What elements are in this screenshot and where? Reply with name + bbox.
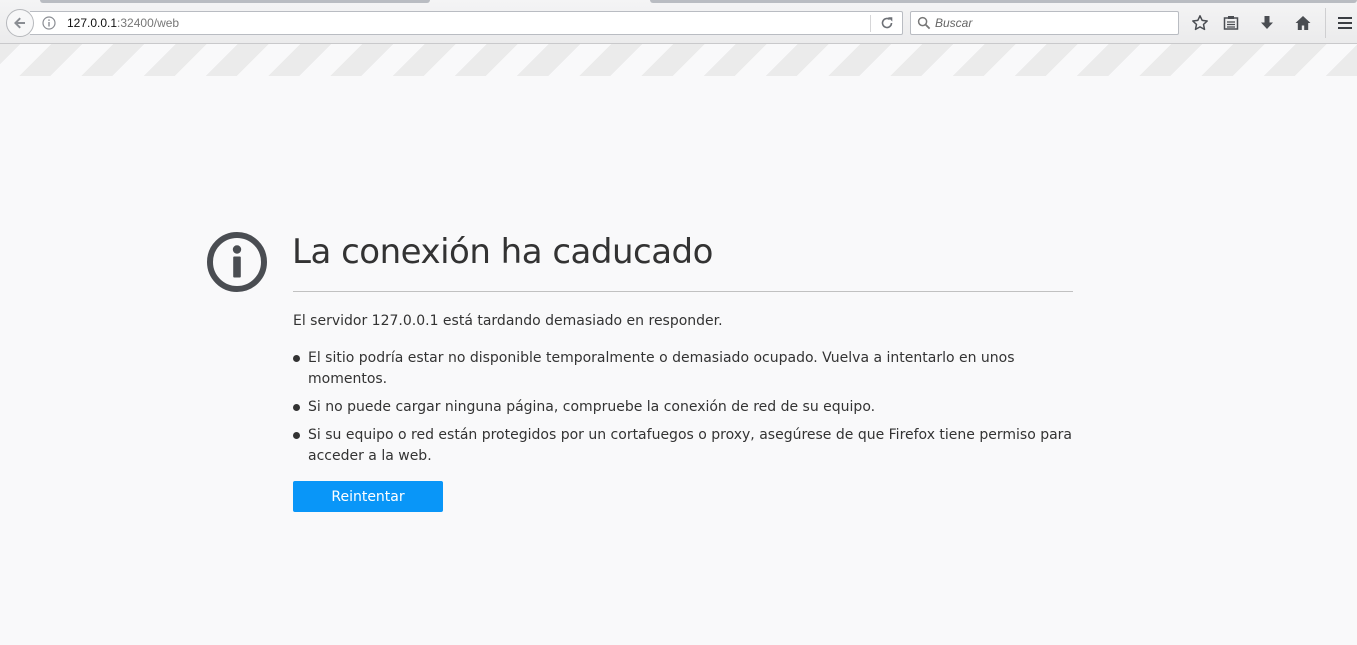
suggestion-item: El sitio podría estar no disponible temp… [293, 348, 1073, 390]
tab-edge-left[interactable] [40, 0, 430, 3]
bullet-icon [293, 355, 300, 362]
home-button[interactable] [1291, 11, 1315, 35]
suggestion-text: Si su equipo o red están protegidos por … [308, 427, 1073, 464]
error-title: La conexión ha caducado [292, 232, 713, 272]
reading-list-button[interactable] [1219, 11, 1243, 35]
url-text[interactable]: 127.0.0.1:32400/web [67, 16, 179, 30]
reading-list-icon [1223, 16, 1239, 30]
suggestion-item: Si su equipo o red están protegidos por … [293, 425, 1073, 467]
reload-button[interactable] [876, 14, 898, 32]
bookmark-star-icon [1192, 15, 1208, 31]
search-bar[interactable] [910, 11, 1179, 35]
tab-edge-right[interactable] [650, 0, 1357, 3]
title-divider [293, 291, 1073, 292]
menu-button[interactable] [1333, 11, 1357, 35]
site-info-icon[interactable] [42, 16, 56, 30]
warning-stripes [0, 44, 1357, 76]
home-icon [1295, 16, 1311, 30]
url-divider [870, 15, 871, 32]
url-path: :32400/web [117, 16, 180, 30]
bullet-icon [293, 432, 300, 439]
navigation-toolbar: 127.0.0.1:32400/web [0, 0, 1357, 44]
bullet-icon [293, 404, 300, 411]
back-arrow-icon [14, 17, 25, 29]
downloads-button[interactable] [1255, 11, 1279, 35]
bookmark-button[interactable] [1188, 11, 1212, 35]
back-button[interactable] [6, 9, 34, 37]
suggestion-text: El sitio podría estar no disponible temp… [308, 350, 1015, 387]
error-description: El servidor 127.0.0.1 está tardando dema… [293, 313, 723, 329]
info-icon [207, 232, 267, 292]
url-bar[interactable]: 127.0.0.1:32400/web [30, 11, 903, 35]
suggestion-list: El sitio podría estar no disponible temp… [293, 348, 1073, 474]
url-host: 127.0.0.1 [67, 16, 118, 30]
hamburger-menu-icon [1338, 17, 1352, 29]
download-icon [1261, 16, 1273, 29]
retry-button[interactable]: Reintentar [293, 481, 443, 512]
suggestion-text: Si no puede cargar ninguna página, compr… [308, 399, 876, 415]
search-input[interactable] [935, 13, 1173, 33]
toolbar-separator [1325, 8, 1326, 38]
search-icon[interactable] [917, 16, 931, 30]
suggestion-item: Si no puede cargar ninguna página, compr… [293, 397, 1073, 418]
reload-icon [881, 17, 893, 29]
